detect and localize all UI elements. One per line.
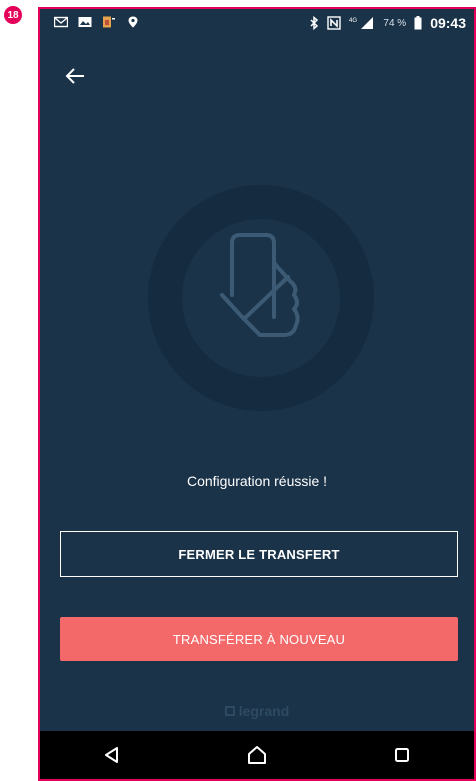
phone-in-hand-check-icon	[220, 233, 300, 337]
back-button[interactable]	[64, 65, 86, 87]
nfc-icon	[327, 16, 342, 30]
status-bar: 4G 74 % 09:43	[40, 9, 474, 39]
transfer-again-button[interactable]: TRANSFÉRER À NOUVEAU	[60, 617, 458, 661]
nav-recents-button[interactable]	[382, 735, 422, 775]
legrand-logo-icon	[224, 706, 235, 716]
brand-logo: legrand	[40, 703, 474, 719]
battery-percent: 74 %	[383, 17, 407, 29]
step-badge: 18	[4, 6, 22, 24]
nav-back-button[interactable]	[92, 735, 132, 775]
close-transfer-button[interactable]: FERMER LE TRANSFERT	[60, 531, 458, 577]
back-triangle-icon	[105, 747, 119, 763]
home-icon	[247, 746, 266, 764]
arrow-left-icon	[65, 68, 84, 84]
battery-icon	[414, 16, 422, 30]
android-nav-bar	[40, 731, 474, 779]
mail-icon	[54, 16, 68, 28]
success-illustration	[148, 185, 374, 411]
location-icon	[128, 16, 138, 28]
svg-text:4G: 4G	[349, 18, 357, 24]
phone-screen: 4G 74 % 09:43 Configuration réussie ! FE…	[38, 7, 476, 781]
brand-name: legrand	[238, 703, 290, 719]
status-time: 09:43	[430, 15, 466, 31]
sim-icon	[103, 16, 115, 28]
success-message: Configuration réussie !	[186, 473, 328, 489]
image-icon	[78, 17, 92, 27]
recents-icon	[394, 748, 409, 762]
nav-home-button[interactable]	[237, 735, 277, 775]
bluetooth-icon	[310, 16, 319, 30]
signal-icon: 4G	[349, 17, 374, 29]
